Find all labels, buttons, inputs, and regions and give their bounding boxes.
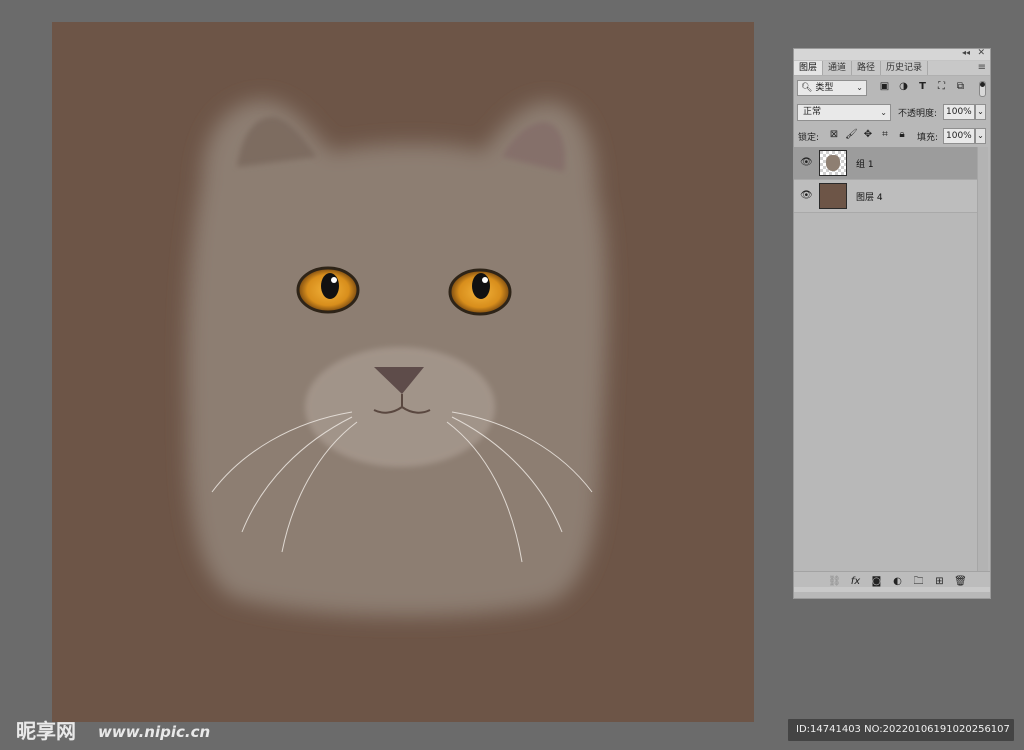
lock-all-icon[interactable]: 🔒︎ <box>896 128 908 142</box>
panel-footer: ⛓ fx ◙ ◐ 🗀 ⊞ 🗑︎ <box>794 571 990 592</box>
blend-mode-select[interactable]: 正常 ⌄ <box>797 104 891 121</box>
close-icon[interactable]: ✕ <box>977 48 985 58</box>
filter-row: 🔍︎ 类型 ⌄ ▣ ◑ T ⛶ ⧉ <box>794 76 990 100</box>
fill-dropdown[interactable]: ⌄ <box>975 128 986 144</box>
chevron-down-icon: ⌄ <box>880 108 887 117</box>
smartobject-filter-icon[interactable]: ⧉ <box>954 80 967 94</box>
document-canvas[interactable] <box>52 22 754 722</box>
layer-name: 组 1 <box>856 160 874 170</box>
tab-layers[interactable]: 图层 <box>794 61 824 75</box>
adjustment-filter-icon[interactable]: ◑ <box>897 80 910 94</box>
image-id-label: ID:14741403 NO:20220106191020256107 <box>788 719 1014 741</box>
svg-text:www.nipic.cn: www.nipic.cn <box>98 723 210 741</box>
panel-menu-icon[interactable]: ≡ <box>978 61 986 75</box>
lock-artboard-icon[interactable]: ⌗ <box>879 128 891 142</box>
opacity-input[interactable]: 100% <box>943 104 975 120</box>
opacity-dropdown[interactable]: ⌄ <box>975 104 986 120</box>
layers-scrollbar[interactable] <box>977 147 988 573</box>
lock-row: 锁定: ⊠ 🖌︎ ✥ ⌗ 🔒︎ 填充: 100% ⌄ <box>794 124 990 148</box>
layers-list: 👁︎ 组 1 👁︎ 图层 4 <box>794 147 978 213</box>
layer-thumbnail <box>819 183 847 209</box>
collapse-panel-icon[interactable]: ◂◂ <box>962 48 970 57</box>
layer-thumbnail <box>819 150 847 176</box>
shape-filter-icon[interactable]: ⛶ <box>935 80 948 94</box>
eye-icon[interactable]: 👁︎ <box>800 157 813 169</box>
pixel-filter-icon[interactable]: ▣ <box>878 80 891 94</box>
fill-input[interactable]: 100% <box>943 128 975 144</box>
lock-image-brush-icon[interactable]: 🖌︎ <box>845 128 858 142</box>
chevron-down-icon: ⌄ <box>856 83 863 92</box>
blend-mode-value: 正常 <box>803 107 822 117</box>
tab-channels[interactable]: 通道 <box>823 61 853 75</box>
panel-resize-grip[interactable] <box>794 587 990 592</box>
tab-paths[interactable]: 路径 <box>852 61 882 75</box>
layers-panel: ◂◂ ✕ 图层 通道 路径 历史记录 ≡ 🔍︎ 类型 ⌄ ▣ ◑ T ⛶ ⧉ 正… <box>793 48 991 599</box>
svg-text:昵享网: 昵享网 <box>16 719 76 743</box>
layer-row[interactable]: 👁︎ 图层 4 <box>794 180 978 213</box>
filter-toggle[interactable] <box>979 81 986 97</box>
eye-icon[interactable]: 👁︎ <box>800 190 813 202</box>
cat-photo <box>186 100 607 617</box>
panel-tabs: 图层 通道 路径 历史记录 ≡ <box>794 61 990 76</box>
layer-filter-select[interactable]: 🔍︎ 类型 ⌄ <box>797 80 867 96</box>
filter-value: 类型 <box>815 83 834 93</box>
fill-label: 填充: <box>917 133 939 143</box>
lock-position-move-icon[interactable]: ✥ <box>862 128 874 142</box>
lock-label: 锁定: <box>798 133 820 143</box>
nipic-watermark-logo: 昵享网 www.nipic.cn <box>16 719 210 743</box>
layer-name: 图层 4 <box>856 193 883 203</box>
panel-titlebar[interactable]: ◂◂ ✕ <box>794 48 990 61</box>
blend-row: 正常 ⌄ 不透明度: 100% ⌄ <box>794 100 990 124</box>
search-icon: 🔍︎ <box>801 83 813 93</box>
opacity-label: 不透明度: <box>898 109 938 119</box>
layer-row[interactable]: 👁︎ 组 1 <box>794 147 978 180</box>
type-filter-icon[interactable]: T <box>916 80 929 94</box>
lock-transparent-icon[interactable]: ⊠ <box>828 128 840 142</box>
tab-history[interactable]: 历史记录 <box>881 61 929 75</box>
